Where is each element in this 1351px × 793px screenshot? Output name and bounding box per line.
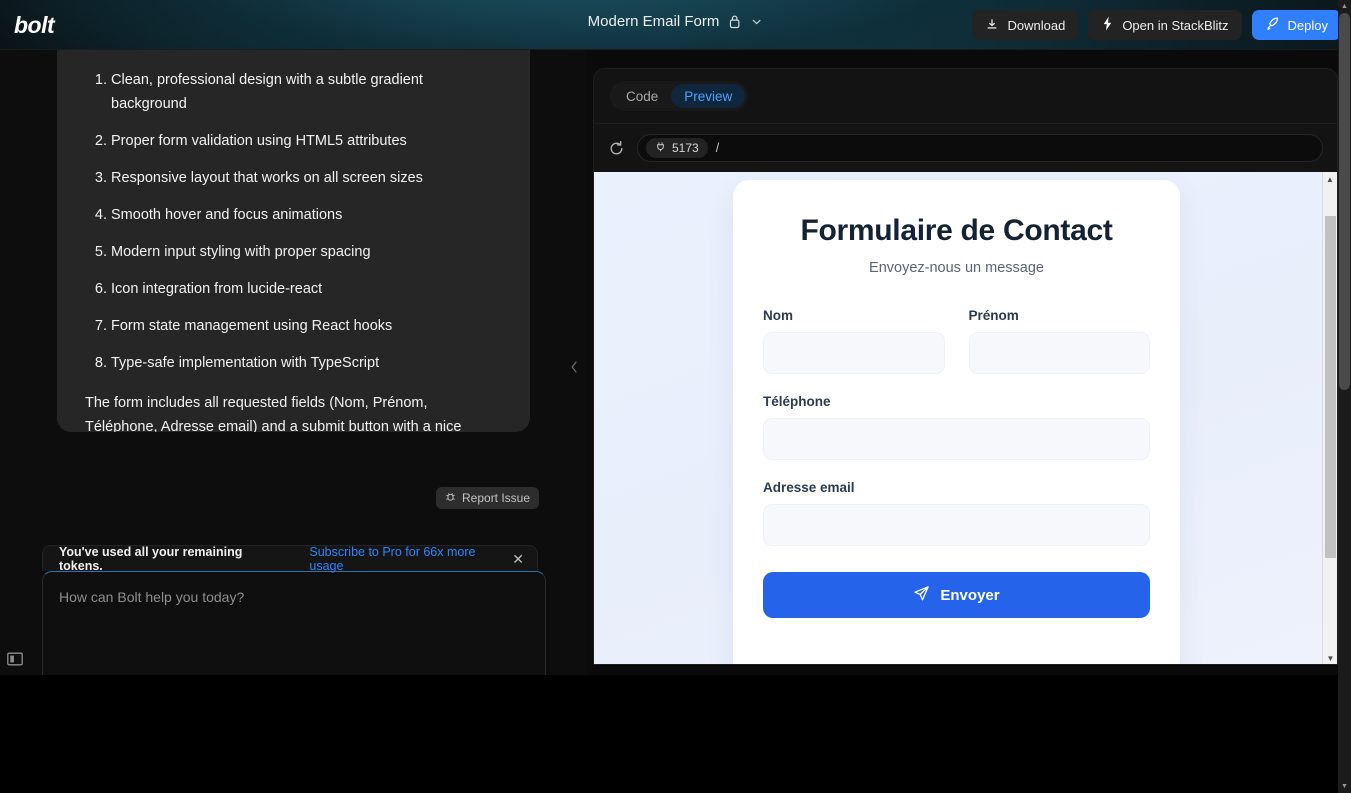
list-item: 6. Icon integration from lucide-react bbox=[85, 277, 502, 301]
list-item-label: Responsive layout that works on all scre… bbox=[111, 170, 423, 186]
list-item: 5. Modern input styling with proper spaci… bbox=[85, 240, 502, 264]
project-title-group: Modern Email Form bbox=[588, 13, 764, 30]
form-title: Formulaire de Contact bbox=[800, 214, 1113, 247]
list-item-label: Proper form validation using HTML5 attri… bbox=[111, 133, 407, 149]
scroll-up-icon[interactable]: ▲ bbox=[1323, 172, 1337, 187]
list-item: 1. Clean, professional design with a subt… bbox=[85, 68, 502, 116]
preview-url-bar[interactable]: 5173 / bbox=[637, 134, 1323, 162]
message-paragraph: The form includes all requested fields (… bbox=[85, 395, 462, 432]
sidebar-toggle-button[interactable] bbox=[6, 650, 24, 668]
list-item: 7. Form state management using React hook… bbox=[85, 314, 502, 338]
contact-form-card: Formulaire de Contact Envoyez-nous un me… bbox=[733, 180, 1180, 664]
submit-button[interactable]: Envoyer bbox=[763, 572, 1150, 618]
token-banner: You've used all your remaining tokens. S… bbox=[42, 544, 538, 573]
rocket-icon bbox=[1265, 16, 1280, 34]
list-item-number: 5. bbox=[94, 244, 107, 260]
list-item-label: Form state management using React hooks bbox=[111, 318, 393, 334]
deploy-label: Deploy bbox=[1287, 17, 1328, 33]
deploy-button[interactable]: Deploy bbox=[1251, 10, 1341, 40]
list-item: 3. Responsive layout that works on all sc… bbox=[85, 166, 502, 190]
list-item-label: Modern input styling with proper spacing bbox=[111, 244, 371, 260]
list-item-number: 3. bbox=[94, 170, 107, 186]
list-item-number: 1. bbox=[94, 72, 107, 88]
list-item-number: 6. bbox=[94, 281, 107, 297]
page-title: Modern Email Form bbox=[587, 13, 720, 30]
list-item-number: 8. bbox=[94, 355, 107, 371]
preview-path: / bbox=[715, 141, 720, 155]
feature-list: 1. Clean, professional design with a subt… bbox=[85, 68, 502, 375]
list-item: 2. Proper form validation using HTML5 att… bbox=[85, 129, 502, 153]
list-item-label: Smooth hover and focus animations bbox=[111, 207, 343, 223]
list-item: 8. Type-safe implementation with TypeScri… bbox=[85, 351, 502, 375]
field-label-telephone: Téléphone bbox=[763, 394, 831, 409]
prenom-input[interactable] bbox=[968, 332, 1150, 374]
field-telephone: Téléphone bbox=[763, 394, 1150, 460]
bolt-app-window: bolt Modern Email Form Download Open in … bbox=[0, 0, 1351, 793]
plug-icon bbox=[655, 141, 666, 155]
lightning-bolt-icon bbox=[1101, 16, 1114, 34]
chat-pane: 1. Clean, professional design with a subt… bbox=[0, 50, 587, 675]
download-button[interactable]: Download bbox=[972, 10, 1079, 40]
email-input[interactable] bbox=[763, 504, 1150, 546]
report-issue-button[interactable]: Report Issue bbox=[436, 487, 540, 509]
bolt-logo: bolt bbox=[14, 12, 55, 38]
chat-composer[interactable]: How can Bolt help you today? bbox=[42, 571, 546, 675]
reload-icon[interactable] bbox=[608, 140, 625, 157]
list-item-label: Clean, professional design with a subtle… bbox=[111, 72, 423, 112]
sidebar-toggle-icon bbox=[6, 652, 24, 672]
submit-label: Envoyer bbox=[940, 586, 1000, 604]
close-icon[interactable]: ✕ bbox=[509, 550, 527, 568]
field-email: Adresse email bbox=[763, 480, 1150, 546]
header-actions: Download Open in StackBlitz Deploy bbox=[972, 10, 1341, 40]
field-prenom: Prénom bbox=[968, 308, 1150, 374]
list-item: 4. Smooth hover and focus animations bbox=[85, 203, 502, 227]
form-subtitle: Envoyez-nous un message bbox=[869, 260, 1044, 276]
list-item-number: 4. bbox=[94, 207, 107, 223]
download-label: Download bbox=[1007, 17, 1066, 33]
bug-icon bbox=[445, 491, 456, 505]
tab-code[interactable]: Code bbox=[613, 84, 671, 108]
preview-iframe: Formulaire de Contact Envoyez-nous un me… bbox=[594, 172, 1337, 664]
chevron-left-icon bbox=[569, 359, 580, 380]
report-issue-label: Report Issue bbox=[462, 491, 531, 505]
port-badge[interactable]: 5173 bbox=[646, 138, 708, 158]
app-header: bolt Modern Email Form Download Open in … bbox=[0, 0, 1351, 50]
preview-scrollbar[interactable]: ▲ ▼ bbox=[1322, 172, 1337, 664]
page-scroll-up-icon[interactable]: ▲ bbox=[1338, 0, 1351, 13]
field-label-nom: Nom bbox=[763, 308, 793, 323]
lock-icon[interactable] bbox=[728, 14, 741, 29]
field-label-prenom: Prénom bbox=[968, 308, 1019, 323]
page-scrollbar[interactable]: ▲ ▼ bbox=[1338, 0, 1351, 793]
port-value: 5173 bbox=[672, 141, 699, 155]
code-preview-tabs: Code Preview bbox=[610, 81, 749, 111]
preview-scrollbar-thumb[interactable] bbox=[1325, 216, 1336, 558]
page-scroll-down-icon[interactable]: ▼ bbox=[1338, 780, 1351, 793]
subscribe-to-pro-link[interactable]: Subscribe to Pro for 66x more usage bbox=[309, 545, 509, 573]
list-item-number: 7. bbox=[94, 318, 107, 334]
scroll-down-icon[interactable]: ▼ bbox=[1323, 651, 1337, 664]
name-row: Nom Prénom bbox=[763, 308, 1150, 374]
collapse-chat-pane-button[interactable] bbox=[563, 357, 585, 381]
field-label-email: Adresse email bbox=[763, 480, 855, 495]
nom-input[interactable] bbox=[763, 332, 945, 374]
page-background-bottom bbox=[0, 675, 1338, 793]
preview-pane: Code Preview 5173 / Formulaire de Contac… bbox=[593, 68, 1338, 665]
telephone-input[interactable] bbox=[763, 418, 1150, 460]
field-nom: Nom bbox=[763, 308, 945, 374]
chevron-down-icon[interactable] bbox=[750, 15, 763, 28]
list-item-number: 2. bbox=[94, 133, 107, 149]
stackblitz-label: Open in StackBlitz bbox=[1122, 17, 1229, 33]
preview-address-row: 5173 / bbox=[594, 124, 1337, 172]
send-icon bbox=[913, 585, 930, 606]
token-banner-message: You've used all your remaining tokens. bbox=[59, 544, 243, 573]
preview-toolbar: Code Preview bbox=[594, 69, 1337, 124]
download-icon bbox=[985, 17, 999, 34]
list-item-label: Type-safe implementation with TypeScript bbox=[111, 355, 380, 371]
page-scrollbar-thumb[interactable] bbox=[1339, 13, 1350, 390]
assistant-message-card: 1. Clean, professional design with a subt… bbox=[57, 50, 530, 432]
list-item-label: Icon integration from lucide-react bbox=[111, 281, 323, 297]
open-in-stackblitz-button[interactable]: Open in StackBlitz bbox=[1088, 10, 1242, 40]
tab-preview[interactable]: Preview bbox=[671, 84, 746, 108]
chat-input-placeholder: How can Bolt help you today? bbox=[59, 589, 245, 605]
